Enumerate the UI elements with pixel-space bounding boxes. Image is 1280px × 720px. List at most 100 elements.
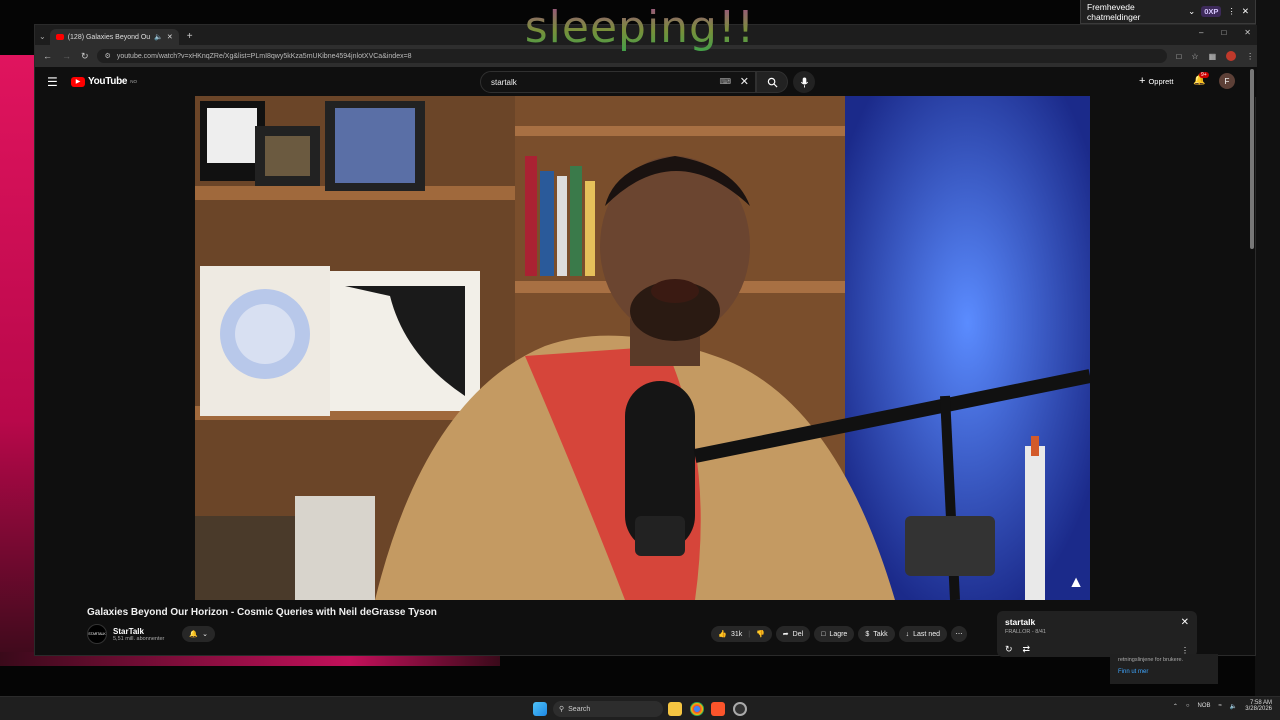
tray-chevron-icon[interactable]: ⌃: [1173, 703, 1178, 710]
lang-label[interactable]: NOB: [1198, 703, 1211, 709]
channel-avatar[interactable]: STARTALK: [87, 624, 107, 644]
install-icon[interactable]: □: [1177, 52, 1182, 61]
tray-app-icon[interactable]: ○: [1186, 703, 1190, 709]
notification-card: retningslinjene for brukere. Finn ut mer: [1110, 654, 1218, 684]
channel-avatar-text: STARTALK: [88, 632, 106, 636]
create-button[interactable]: + Opprett: [1139, 75, 1173, 87]
like-button[interactable]: 👍 31k | 👎: [711, 626, 772, 642]
app-icon[interactable]: [733, 702, 747, 716]
share-button[interactable]: ➦ Del: [775, 626, 811, 642]
tab-title: (128) Galaxies Beyond Ou: [67, 33, 151, 41]
volume-icon[interactable]: 🔈: [1230, 703, 1237, 710]
notification-text: retningslinjene for brukere.: [1118, 657, 1184, 663]
speaker-icon[interactable]: 🔈: [154, 33, 163, 41]
playlist-close-icon[interactable]: ✕: [1181, 617, 1189, 628]
bookmark-icon: □: [821, 630, 826, 638]
taskbar: ⚲ Search ⌃ ○ NOB ≈ 🔈 7:58 AM 3/28/2026: [0, 696, 1280, 720]
clear-search-icon[interactable]: ✕: [740, 75, 749, 88]
shuffle-icon[interactable]: ⇄: [1023, 644, 1031, 655]
minimize-icon[interactable]: –: [1199, 28, 1203, 37]
share-label: Del: [792, 630, 804, 638]
download-icon: ↓: [905, 630, 910, 638]
taskbar-search-label: Search: [568, 705, 591, 713]
microphone-icon: [800, 77, 808, 87]
tab-youtube[interactable]: (128) Galaxies Beyond Ou 🔈 ✕: [49, 29, 179, 45]
save-button[interactable]: □ Lagre: [814, 626, 855, 642]
youtube-play-icon: ▶: [71, 76, 85, 87]
brave-icon[interactable]: [711, 702, 725, 716]
extensions-icon[interactable]: ▦: [1209, 52, 1217, 61]
playlist-panel: startalk FRALLOR - 8/41 ✕ ↻ ⇄ ⋮: [997, 611, 1197, 657]
page-scrollbar[interactable]: [1250, 69, 1254, 249]
bell-icon: 🔔: [189, 631, 199, 638]
windows-start-icon[interactable]: [533, 702, 547, 716]
tab-close-icon[interactable]: ✕: [167, 33, 173, 41]
search-input[interactable]: startalk ⌨ ✕: [480, 71, 756, 93]
share-icon: ➦: [782, 631, 789, 638]
xp-badge: 0XP: [1201, 6, 1222, 17]
browser-window: ⌄ (128) Galaxies Beyond Ou 🔈 ✕ + – □ ✕ ←…: [34, 24, 1257, 657]
url-text: youtube.com/watch?v=xHKnqZRe/Xg&list=PLm…: [116, 52, 412, 60]
loop-icon[interactable]: ↻: [1005, 644, 1013, 655]
window-close-icon[interactable]: ✕: [1244, 28, 1251, 37]
avatar-letter: F: [1224, 76, 1230, 86]
avatar[interactable]: F: [1219, 73, 1235, 89]
tab-search-icon[interactable]: ⌄: [39, 32, 46, 41]
channel-watermark-icon[interactable]: ▲: [1068, 574, 1084, 592]
youtube-header: ☰ ▶ YouTube NO startalk ⌨ ✕ + Opprett 🔔 …: [35, 67, 1257, 97]
highlighted-chat-popup[interactable]: Fremhevede chatmeldinger ⌄ 0XP ⋮ ✕: [1080, 0, 1256, 24]
system-tray: ⌃ ○ NOB ≈ 🔈 7:58 AM 3/28/2026: [1173, 700, 1272, 712]
create-label: Opprett: [1148, 76, 1174, 86]
thanks-icon: $: [865, 630, 870, 638]
video-player[interactable]: ▲: [195, 96, 1090, 600]
save-label: Lagre: [829, 630, 848, 638]
like-count: 31k: [730, 630, 743, 638]
thumbs-down-icon[interactable]: 👎: [756, 630, 765, 638]
notifications-button[interactable]: 🔔 9+: [1193, 72, 1209, 86]
chat-popup-label: Fremhevede chatmeldinger: [1087, 1, 1141, 22]
wifi-icon[interactable]: ≈: [1219, 703, 1222, 709]
more-icon[interactable]: ⋮: [1227, 6, 1236, 17]
playlist-title[interactable]: startalk: [1005, 617, 1189, 627]
channel-name[interactable]: StarTalk: [113, 627, 164, 636]
search-button[interactable]: [756, 71, 788, 93]
close-icon[interactable]: ✕: [1242, 6, 1249, 17]
search-query: startalk: [491, 77, 517, 87]
chevron-down-icon[interactable]: ⌄: [1188, 6, 1195, 17]
file-explorer-icon[interactable]: [668, 702, 682, 716]
notification-link[interactable]: Finn ut mer: [1118, 669, 1210, 675]
video-title: Galaxies Beyond Our Horizon - Cosmic Que…: [87, 607, 437, 618]
clock[interactable]: 7:58 AM 3/28/2026: [1245, 700, 1272, 712]
clock-date: 3/28/2026: [1245, 706, 1272, 712]
keyboard-icon[interactable]: ⌨: [719, 77, 731, 86]
bookmark-star-icon[interactable]: ☆: [1191, 52, 1198, 61]
back-icon[interactable]: ←: [43, 51, 52, 61]
subscribed-button[interactable]: 🔔 ⌄: [182, 626, 215, 642]
youtube-region: NO: [130, 79, 137, 84]
subscriber-count: 5,51 mill. abonnenter: [113, 635, 165, 642]
more-actions-button[interactable]: ⋯: [951, 626, 967, 642]
youtube-logo-text: YouTube: [88, 76, 128, 87]
new-tab-icon[interactable]: +: [187, 31, 193, 42]
stream-overlay-text: sleeping!!: [510, 2, 770, 53]
voice-search-button[interactable]: [793, 71, 815, 93]
video-actions-row: STARTALK StarTalk 5,51 mill. abonnenter …: [87, 623, 967, 645]
thumbs-up-icon: 👍: [718, 631, 727, 638]
search-icon: [767, 77, 778, 88]
thanks-button[interactable]: $ Takk: [858, 626, 895, 642]
download-label: Last ned: [913, 630, 940, 638]
menu-icon[interactable]: ☰: [47, 75, 58, 89]
profile-icon[interactable]: [1226, 51, 1237, 61]
background-window-edge: [0, 55, 36, 665]
reload-icon[interactable]: ↻: [81, 51, 89, 62]
site-info-icon[interactable]: ⚙: [105, 52, 111, 60]
search-icon: ⚲: [559, 706, 565, 713]
youtube-logo[interactable]: ▶ YouTube NO: [71, 76, 137, 87]
forward-icon[interactable]: →: [62, 51, 71, 61]
chrome-icon[interactable]: [690, 702, 704, 716]
browser-menu-icon[interactable]: ⋮: [1246, 52, 1254, 61]
taskbar-search[interactable]: ⚲ Search: [553, 701, 663, 717]
playlist-subtitle: FRALLOR - 8/41: [1005, 629, 1046, 635]
maximize-icon[interactable]: □: [1221, 28, 1226, 37]
download-button[interactable]: ↓ Last ned: [898, 626, 947, 642]
